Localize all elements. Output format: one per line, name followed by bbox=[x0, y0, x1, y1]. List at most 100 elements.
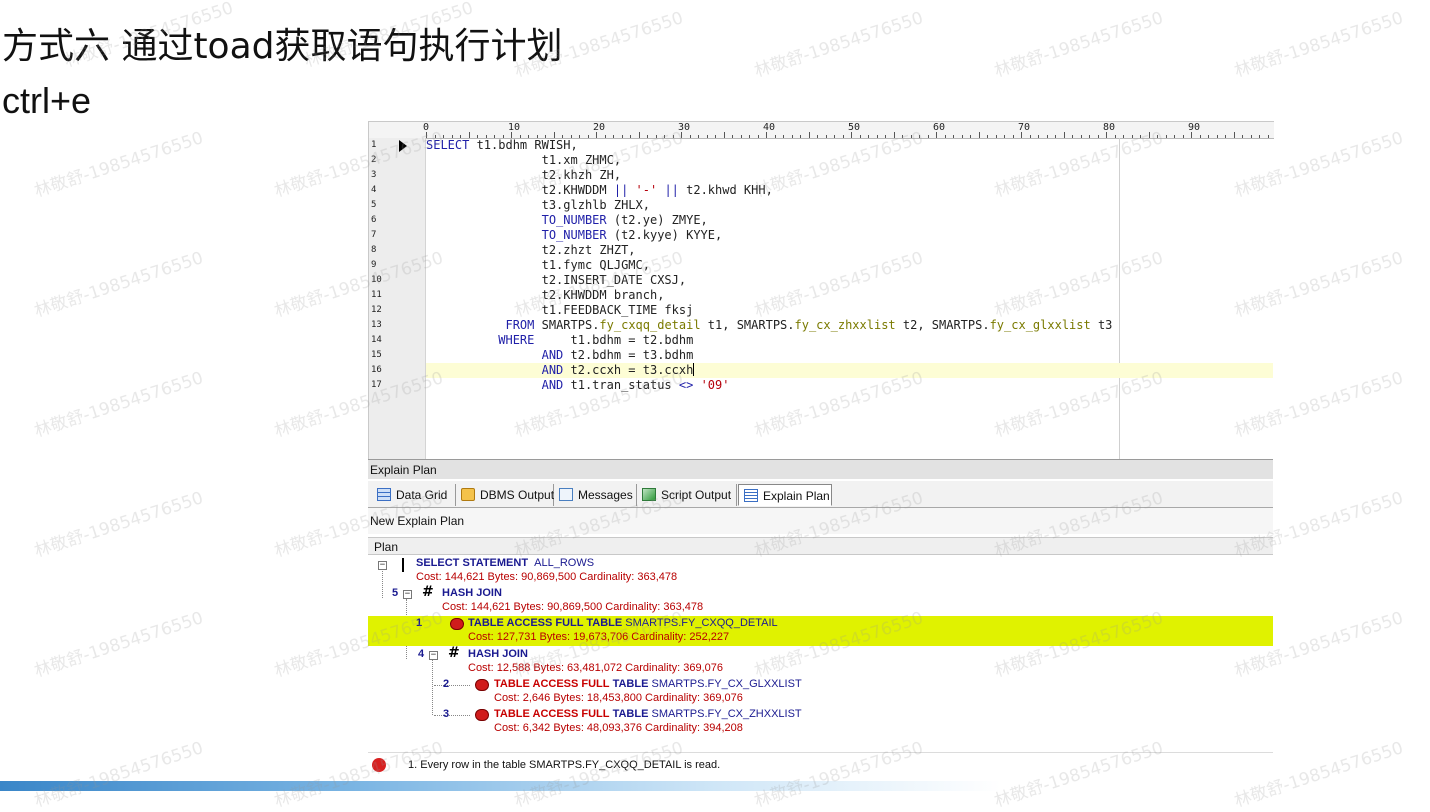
tab-data-grid[interactable]: Data Grid bbox=[372, 484, 456, 506]
ruler-number: 40 bbox=[763, 122, 776, 133]
plan-node-hash-join[interactable]: HASH JOIN bbox=[442, 586, 502, 600]
line-number: 7 bbox=[371, 230, 377, 240]
collapse-toggle[interactable]: − bbox=[378, 561, 387, 570]
plan-cost: Cost: 12,588 Bytes: 63,481,072 Cardinali… bbox=[468, 662, 724, 674]
plan-node-select-statement[interactable]: SELECT STATEMENT ALL_ROWS bbox=[416, 556, 594, 570]
code-token: t2.khzh ZH, bbox=[426, 168, 622, 182]
output-tabs: Data Grid DBMS Output Messages Script Ou… bbox=[368, 481, 1273, 508]
tab-dbms-output[interactable]: DBMS Output bbox=[456, 484, 554, 506]
tree-line bbox=[382, 568, 383, 598]
plan-cost-line: Cost: 144,621 Bytes: 90,869,500 Cardinal… bbox=[442, 600, 703, 614]
code-line[interactable]: AND t1.tran_status <> '09' bbox=[426, 378, 1273, 393]
plan-seq: 4 bbox=[418, 648, 425, 660]
code-line[interactable]: t2.khzh ZH, bbox=[426, 168, 1273, 183]
slide-footer-decoration bbox=[0, 781, 1430, 791]
code-line[interactable]: t1.fymc QLJGMC, bbox=[426, 258, 1273, 273]
tree-line bbox=[434, 715, 470, 716]
plan-cost-line: Cost: 6,342 Bytes: 48,093,376 Cardinalit… bbox=[494, 721, 743, 735]
code-token: t2.khwd KHH, bbox=[678, 183, 773, 197]
code-line[interactable]: FROM SMARTPS.fy_cxqq_detail t1, SMARTPS.… bbox=[426, 318, 1273, 333]
plan-object: SMARTPS.FY_CXQQ_DETAIL bbox=[625, 617, 778, 629]
plan-op: SELECT STATEMENT bbox=[416, 557, 529, 569]
watermark-text: 林敬舒-19854576550 bbox=[991, 8, 1166, 82]
code-token: t1, SMARTPS. bbox=[700, 318, 795, 332]
line-number: 15 bbox=[371, 350, 382, 360]
tab-explain-plan[interactable]: Explain Plan bbox=[738, 484, 832, 506]
code-line[interactable]: AND t2.ccxh = t3.ccxh bbox=[426, 363, 1273, 378]
code-token: t2.KHWDDM branch, bbox=[426, 288, 665, 302]
code-token: || bbox=[613, 183, 629, 197]
plan-op: TABLE bbox=[612, 708, 649, 720]
tab-label: Explain Plan bbox=[763, 489, 830, 503]
line-number: 11 bbox=[371, 290, 382, 300]
line-number: 14 bbox=[371, 335, 382, 345]
line-number: 5 bbox=[371, 200, 377, 210]
code-token: t2, SMARTPS. bbox=[895, 318, 990, 332]
tab-label: Script Output bbox=[661, 488, 732, 502]
tab-script-output[interactable]: Script Output bbox=[637, 484, 737, 506]
watermark-text: 林敬舒-19854576550 bbox=[1231, 8, 1406, 82]
code-line[interactable]: t2.KHWDDM branch, bbox=[426, 288, 1273, 303]
plan-op-red: TABLE ACCESS FULL bbox=[494, 678, 610, 690]
plan-node-table-access[interactable]: TABLE ACCESS FULL TABLE SMARTPS.FY_CX_ZH… bbox=[494, 707, 802, 721]
code-line[interactable]: t1.xm ZHMC, bbox=[426, 153, 1273, 168]
plan-seq: 5 bbox=[392, 587, 399, 599]
dbms-output-icon bbox=[461, 488, 475, 501]
code-token: t3 bbox=[1090, 318, 1113, 332]
plan-object: ALL_ROWS bbox=[534, 557, 595, 569]
code-token: t1.FEEDBACK_TIME fksj bbox=[426, 303, 694, 317]
plan-cost-line: Cost: 2,646 Bytes: 18,453,800 Cardinalit… bbox=[494, 691, 743, 705]
code-line[interactable]: SELECT t1.bdhm RWISH, bbox=[426, 138, 1273, 153]
code-token: t2.bdhm = t3.bdhm bbox=[563, 348, 694, 362]
plan-cost: Cost: 2,646 Bytes: 18,453,800 Cardinalit… bbox=[494, 692, 743, 704]
code-token: <> bbox=[678, 378, 694, 392]
tab-messages[interactable]: Messages bbox=[554, 484, 637, 506]
code-token: (t2.ye) ZMYE, bbox=[606, 213, 708, 227]
code-line[interactable]: t3.glzhlb ZHLX, bbox=[426, 198, 1273, 213]
code-line[interactable]: WHERE t1.bdhm = t2.bdhm bbox=[426, 333, 1273, 348]
watermark-text: 林敬舒-19854576550 bbox=[31, 738, 206, 812]
status-text: 1. Every row in the table SMARTPS.FY_CXQ… bbox=[408, 759, 721, 771]
current-statement-arrow-icon bbox=[399, 140, 407, 152]
code-line[interactable]: t2.zhzt ZHZT, bbox=[426, 243, 1273, 258]
ruler-number: 70 bbox=[1018, 122, 1031, 133]
code-token: t1.bdhm RWISH, bbox=[469, 138, 578, 152]
code-line[interactable]: TO_NUMBER (t2.kyye) KYYE, bbox=[426, 228, 1273, 243]
code-token: fy_cx_zhxxlist bbox=[794, 318, 896, 332]
code-token: FROM bbox=[505, 318, 535, 332]
editor-gutter: 1 2 3 4 5 6 7 8 9 10 11 12 13 14 15 16 17 bbox=[369, 138, 426, 459]
code-line[interactable]: t2.KHWDDM || '-' || t2.khwd KHH, bbox=[426, 183, 1273, 198]
text-caret bbox=[693, 363, 695, 376]
code-token: AND bbox=[541, 378, 564, 392]
plan-cost-line: Cost: 144,621 Bytes: 90,869,500 Cardinal… bbox=[416, 570, 677, 584]
plan-seq: 3 bbox=[443, 708, 450, 720]
code-line[interactable]: t2.INSERT_DATE CXSJ, bbox=[426, 273, 1273, 288]
watermark-text: 林敬舒-19854576550 bbox=[31, 248, 206, 322]
plan-node-table-access[interactable]: TABLE ACCESS FULL TABLE SMARTPS.FY_CX_GL… bbox=[494, 677, 802, 691]
code-token: SMARTPS. bbox=[534, 318, 600, 332]
new-explain-plan-button[interactable]: New Explain Plan bbox=[368, 508, 1273, 534]
collapse-toggle[interactable]: − bbox=[429, 651, 438, 660]
line-number: 1 bbox=[371, 140, 377, 150]
plan-column-header: Plan bbox=[368, 537, 1273, 555]
column-ruler: 0 10 20 30 40 50 60 70 80 90 bbox=[369, 122, 1274, 139]
code-line[interactable]: AND t2.bdhm = t3.bdhm bbox=[426, 348, 1273, 363]
ruler-number: 90 bbox=[1188, 122, 1201, 133]
plan-seq: 1 bbox=[416, 617, 423, 629]
collapse-toggle[interactable]: − bbox=[403, 590, 412, 599]
plan-node-table-access[interactable]: TABLE ACCESS FULL TABLE SMARTPS.FY_CXQQ_… bbox=[468, 616, 778, 630]
code-line[interactable]: TO_NUMBER (t2.ye) ZMYE, bbox=[426, 213, 1273, 228]
watermark-text: 林敬舒-19854576550 bbox=[31, 368, 206, 442]
code-token: TO_NUMBER bbox=[541, 228, 607, 242]
plan-node-hash-join[interactable]: HASH JOIN bbox=[468, 647, 528, 661]
plan-seq: 2 bbox=[443, 678, 450, 690]
plan-tree[interactable]: − SELECT STATEMENT ALL_ROWS Cost: 144,62… bbox=[368, 555, 1273, 750]
code-token: '09' bbox=[700, 378, 730, 392]
sql-editor[interactable]: 0 10 20 30 40 50 60 70 80 90 1 2 3 4 5 6 7 8 9 10 11 12 13 14 1… bbox=[368, 121, 1274, 459]
code-line[interactable]: t1.FEEDBACK_TIME fksj bbox=[426, 303, 1273, 318]
code-token: || bbox=[664, 183, 679, 197]
code-token: SELECT bbox=[426, 138, 470, 152]
